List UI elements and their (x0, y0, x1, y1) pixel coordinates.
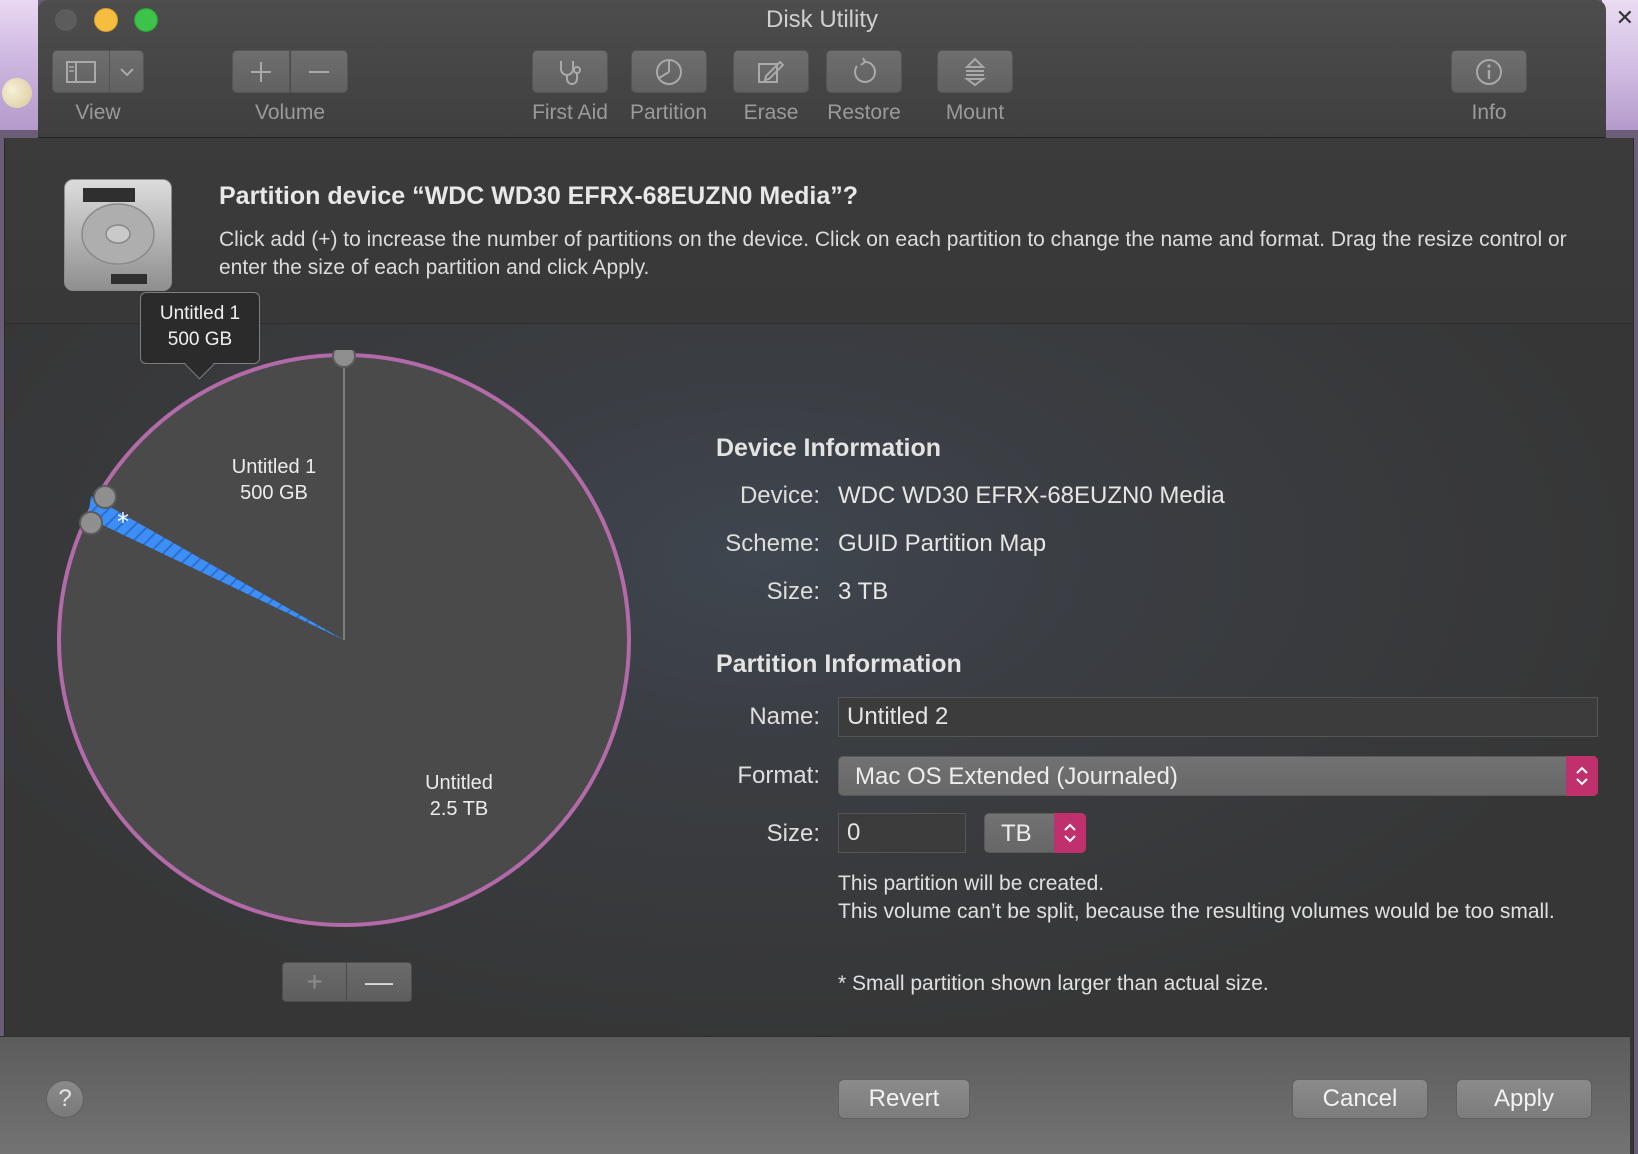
toolbar-view-label: View (75, 101, 121, 124)
note-split: This volume can’t be split, because the … (838, 900, 1555, 923)
pie-add-remove-buttons: + — (282, 962, 412, 1002)
minus-icon (309, 70, 329, 73)
toolbar-erase-group: Erase (733, 50, 809, 125)
toolbar-partition-group: Partition (630, 50, 707, 125)
restore-arrow-icon (854, 57, 876, 83)
resize-handle-left-upper[interactable] (93, 485, 117, 509)
pie-label-untitled-1-size: 500 GB (240, 482, 308, 504)
partition-size-input[interactable] (838, 813, 966, 853)
device-label: Device: (739, 482, 820, 509)
sidebar-icon (66, 60, 96, 83)
help-button[interactable]: ? (46, 1080, 84, 1118)
pie-label-untitled-1-name: Untitled 1 (231, 456, 317, 478)
erase-button[interactable] (733, 50, 809, 93)
toolbar-view-group: View (52, 50, 144, 125)
restore-button[interactable] (826, 50, 902, 93)
select-arrows-icon (1566, 756, 1598, 796)
close-icon[interactable]: ✕ (1616, 6, 1634, 31)
moon-icon (2, 78, 32, 108)
partition-info-title: Partition Information (716, 650, 962, 678)
info-button[interactable] (1451, 50, 1527, 93)
device-info-title: Device Information (716, 434, 942, 462)
toolbar-mount-label: Mount (945, 101, 1005, 124)
remove-partition-button[interactable]: — (347, 963, 411, 1001)
first-aid-button[interactable] (532, 50, 608, 93)
hard-disk-icon (61, 178, 177, 299)
toolbar-info-label: Info (1471, 101, 1507, 124)
name-label: Name: (749, 703, 820, 730)
toolbar-restore-group: Restore (826, 50, 902, 125)
toolbar-mount-group: Mount (937, 50, 1013, 125)
resize-handle-left-lower[interactable] (79, 511, 103, 535)
stethoscope-icon (560, 60, 581, 85)
size-unit-value: TB (1001, 820, 1032, 847)
toolbar-volume-label: Volume (254, 101, 326, 124)
info-icon (1476, 58, 1502, 85)
pie-label-untitled-size: 2.5 TB (429, 798, 489, 820)
disk-utility-window: Disk Utility View Volume First Aid Parti… (38, 0, 1606, 138)
sidebar-toggle-button[interactable] (52, 50, 110, 93)
device-value: WDC WD30 EFRX-68EUZN0 Media (838, 482, 1225, 509)
tooltip-name: Untitled 1 (159, 303, 241, 324)
add-volume-button[interactable] (232, 50, 290, 93)
desktop-background-left (0, 0, 38, 130)
pie-label-untitled: Untitled 2.5 TB (394, 770, 524, 822)
pie-label-untitled-name: Untitled (425, 772, 493, 794)
small-partition-marker: * (117, 508, 129, 536)
window-title: Disk Utility (766, 6, 878, 33)
size-unit-select[interactable]: TB (984, 813, 1086, 853)
format-label: Format: (737, 762, 820, 789)
mount-icon (964, 57, 986, 86)
unit-select-arrows-icon (1054, 813, 1086, 853)
partition-pie-svg[interactable]: * (54, 344, 644, 940)
apply-button[interactable]: Apply (1456, 1079, 1592, 1119)
partition-name-input[interactable] (838, 697, 1598, 737)
cancel-button[interactable]: Cancel (1292, 1079, 1428, 1119)
toolbar-volume-group: Volume (232, 50, 348, 125)
device-size-value: 3 TB (838, 578, 889, 605)
note-small-partition: * Small partition shown larger than actu… (838, 972, 1269, 995)
view-menu-button[interactable] (110, 50, 144, 93)
partition-button[interactable] (630, 50, 707, 93)
pie-label-untitled-1: Untitled 1 500 GB (204, 454, 344, 506)
chevron-down-icon (119, 67, 134, 76)
remove-volume-button[interactable] (290, 50, 348, 93)
toolbar-first-aid-group: First Aid (532, 50, 608, 125)
sheet-title: Partition device “WDC WD30 EFRX-68EUZN0 … (219, 182, 859, 210)
desktop-background-right: ✕ (1602, 0, 1638, 130)
device-size-label: Size: (766, 578, 820, 605)
revert-button[interactable]: Revert (838, 1079, 970, 1119)
scheme-value: GUID Partition Map (838, 530, 1047, 557)
partition-pie-chart[interactable]: * Untitled 1 500 GB Untitled 2.5 TB (54, 344, 644, 945)
partition-pie-icon (655, 58, 682, 85)
format-select[interactable]: Mac OS Extended (Journaled) (838, 756, 1598, 796)
mount-button[interactable] (937, 50, 1013, 93)
add-partition-button[interactable]: + (283, 963, 347, 1001)
toolbar-restore-label: Restore (827, 101, 901, 124)
scheme-label: Scheme: (725, 530, 820, 557)
toolbar-first-aid-label: First Aid (532, 101, 608, 124)
partition-size-label: Size: (766, 820, 820, 847)
toolbar-erase-label: Erase (743, 101, 799, 124)
toolbar-info-group: Info (1451, 50, 1527, 125)
plus-icon (251, 61, 271, 82)
resize-handle-top[interactable] (332, 344, 356, 368)
format-selected-value: Mac OS Extended (Journaled) (855, 763, 1178, 790)
note-created: This partition will be created. (838, 872, 1105, 895)
toolbar-partition-label: Partition (630, 101, 708, 124)
erase-icon (758, 60, 785, 83)
sheet-description: Click add (+) to increase the number of … (219, 228, 1567, 279)
